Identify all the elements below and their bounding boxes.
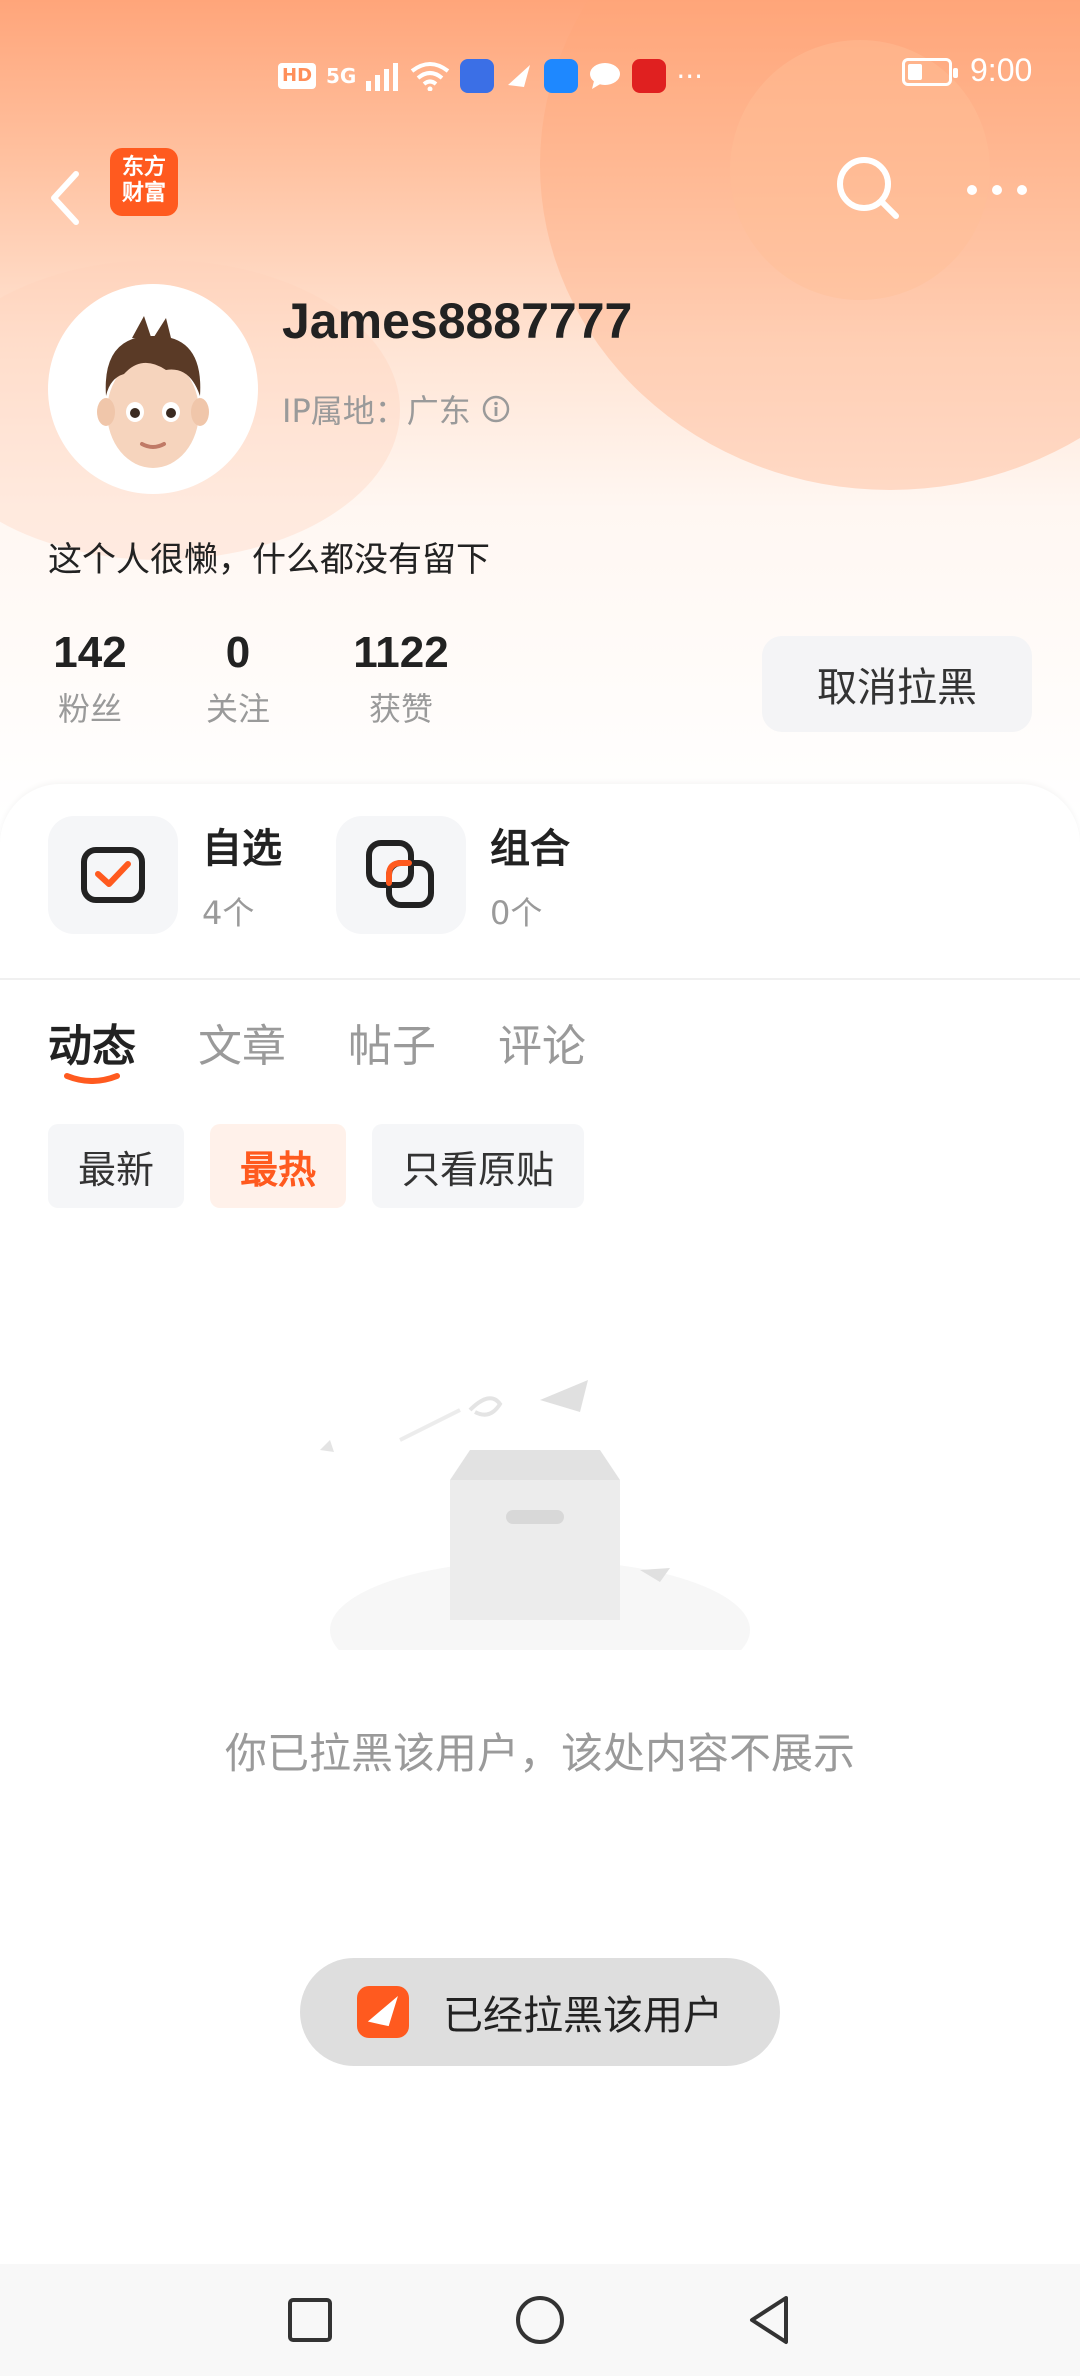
toast-notification: 已经拉黑该用户 [300, 1958, 780, 2066]
status-time: 9:00 [970, 52, 1033, 88]
watchlist-count: 4个 [202, 894, 255, 932]
tab-articles[interactable]: 文章 [198, 1010, 286, 1074]
portfolio-count: 0个 [490, 894, 543, 932]
stat-label: 关注 [205, 690, 270, 728]
more-icon[interactable] [962, 170, 1032, 210]
blocked-content-message: 你已拉黑该用户，该处内容不展示 [224, 1729, 855, 1778]
sort-filters: 最新 最热 只看原贴 [48, 1124, 585, 1208]
portfolio-icon [366, 840, 434, 908]
recents-icon[interactable] [280, 2290, 340, 2350]
empty-box-illustration [320, 1380, 750, 1650]
home-icon[interactable] [510, 2290, 570, 2350]
section-divider [0, 978, 1080, 980]
stat-following[interactable]: 0 关注 [196, 628, 280, 730]
tab-label: 动态 [48, 1021, 136, 1072]
stat-label: 粉丝 [57, 690, 122, 728]
portfolio-entry[interactable]: 组合 0个 [336, 816, 570, 934]
filter-hottest[interactable]: 最热 [210, 1124, 347, 1208]
signal-icon [366, 63, 399, 91]
checkbox-icon [81, 847, 145, 903]
watchlist-title: 自选 [202, 826, 282, 872]
filter-original-only[interactable]: 只看原贴 [372, 1124, 585, 1208]
network-type-label: 5G [326, 64, 357, 88]
avatar-image [97, 316, 209, 468]
user-bio: 这个人很懒，什么都没有留下 [48, 540, 490, 580]
tab-comments[interactable]: 评论 [498, 1010, 586, 1074]
app-logo-icon [357, 1986, 409, 2038]
top-navigation-bar: 东方 财富 [0, 140, 1080, 250]
watchlist-icon-tile [48, 816, 178, 934]
app-logo: 东方 财富 [110, 148, 178, 216]
battery-icon [902, 58, 958, 86]
status-bar: HD 5G ··· 9:00 [0, 0, 1080, 150]
tab-label: 帖子 [348, 1021, 436, 1072]
stat-value: 0 [225, 628, 251, 677]
content-tabs: 动态 文章 帖子 评论 [48, 1010, 586, 1084]
tab-posts[interactable]: 帖子 [348, 1010, 436, 1074]
app-notification-icon [508, 65, 531, 87]
username: James8887777 [282, 293, 633, 349]
back-icon[interactable] [40, 158, 100, 238]
ip-location-text: IP属地：广东 [282, 392, 471, 430]
filter-latest[interactable]: 最新 [48, 1124, 185, 1208]
portfolio-icon-tile [336, 816, 466, 934]
avatar[interactable] [48, 284, 258, 494]
ip-location: IP属地：广东 [282, 386, 511, 432]
stat-label: 获赞 [368, 690, 433, 728]
system-navigation-bar [0, 2264, 1080, 2376]
tab-activity[interactable]: 动态 [48, 1010, 136, 1084]
toast-text: 已经拉黑该用户 [443, 1993, 723, 2039]
back-nav-icon[interactable] [740, 2290, 800, 2350]
tab-label: 评论 [498, 1021, 586, 1072]
stat-followers[interactable]: 142 粉丝 [48, 628, 132, 730]
portfolio-title: 组合 [490, 826, 570, 872]
search-icon[interactable] [828, 148, 908, 228]
stat-value: 1122 [353, 628, 449, 677]
info-icon[interactable] [481, 394, 511, 424]
unblock-button[interactable]: 取消拉黑 [762, 636, 1032, 732]
tab-label: 文章 [198, 1021, 286, 1072]
wifi-icon [411, 62, 450, 91]
stat-value: 142 [53, 628, 127, 677]
app-notification-icon [632, 59, 667, 93]
app-notification-icon [544, 59, 579, 93]
hd-indicator: HD [278, 63, 317, 89]
active-tab-indicator [64, 1073, 120, 1084]
logo-text-line1: 东方 [121, 155, 166, 180]
message-notification-icon [590, 63, 621, 89]
watchlist-entry[interactable]: 自选 4个 [48, 816, 282, 934]
app-notification-icon [460, 59, 495, 93]
logo-text-line2: 财富 [121, 181, 166, 206]
stat-likes[interactable]: 1122 获赞 [344, 628, 458, 730]
more-notifications-icon: ··· [676, 59, 704, 93]
